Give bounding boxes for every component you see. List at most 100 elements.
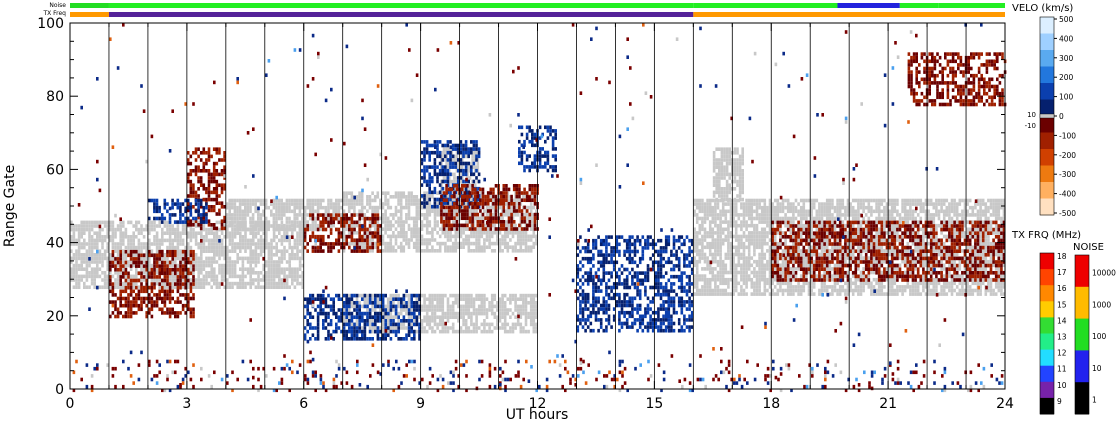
data-cell	[399, 227, 403, 231]
data-cell	[324, 213, 328, 217]
data-cell	[740, 234, 743, 239]
data-cell	[703, 220, 707, 224]
data-cell	[140, 242, 143, 246]
data-cell	[246, 205, 250, 210]
data-cell	[384, 202, 387, 206]
data-cell	[386, 216, 390, 221]
data-cell	[898, 288, 902, 293]
data-cell	[410, 227, 413, 231]
data-cell	[753, 252, 756, 257]
data-cell	[355, 231, 359, 235]
data-cell	[272, 223, 276, 228]
data-cell	[85, 263, 89, 268]
data-cell	[745, 267, 748, 271]
data-cell	[810, 234, 813, 239]
data-cell	[742, 220, 746, 224]
data-cell	[226, 249, 229, 253]
data-cell	[773, 205, 777, 210]
data-cell	[810, 231, 813, 235]
data-cell	[792, 220, 795, 224]
data-cell	[721, 263, 725, 268]
data-cell	[838, 205, 842, 210]
data-cell	[797, 249, 800, 253]
data-cell	[888, 249, 891, 253]
data-cell	[347, 231, 351, 235]
data-cell	[981, 227, 985, 232]
data-cell	[397, 234, 400, 239]
data-cell	[140, 227, 143, 232]
data-cell	[857, 202, 860, 206]
data-cell	[922, 277, 925, 282]
data-cell	[176, 271, 180, 275]
data-cell	[971, 209, 975, 214]
data-cell	[779, 288, 782, 293]
data-cell	[942, 241, 946, 246]
data-cell	[135, 274, 138, 279]
data-cell	[872, 259, 876, 264]
data-cell	[244, 231, 247, 235]
data-cell	[703, 245, 707, 250]
data-cell	[166, 224, 169, 228]
data-cell	[695, 274, 699, 278]
data-cell	[888, 198, 891, 203]
data-cell	[241, 213, 244, 217]
data-cell	[501, 216, 504, 221]
data-cell	[893, 223, 897, 228]
data-cell	[706, 288, 709, 293]
data-cell	[942, 274, 946, 278]
data-cell	[179, 256, 182, 261]
data-cell	[405, 216, 408, 221]
data-cell	[950, 198, 954, 203]
data-cell	[394, 227, 398, 231]
data-cell	[399, 202, 403, 206]
data-cell	[425, 227, 429, 231]
data-cell	[83, 242, 86, 246]
data-cell	[909, 202, 912, 206]
data-cell	[903, 285, 907, 289]
data-cell	[80, 253, 83, 257]
data-cell	[122, 253, 125, 257]
data-cell	[862, 249, 865, 253]
data-cell	[477, 249, 481, 253]
data-cell	[75, 263, 78, 268]
data-cell	[976, 267, 980, 271]
data-cell	[802, 216, 806, 221]
data-cell	[849, 213, 852, 217]
data-cell	[314, 216, 317, 221]
data-cell	[116, 227, 120, 232]
data-cell	[368, 198, 372, 203]
data-cell	[283, 274, 286, 279]
data-cell	[270, 267, 273, 271]
data-cell	[799, 288, 803, 293]
data-cell	[825, 238, 829, 242]
data-cell	[529, 227, 533, 231]
data-cell	[101, 253, 104, 257]
data-cell	[714, 285, 717, 289]
noise-segment	[938, 3, 1005, 8]
data-cell	[851, 249, 855, 253]
data-cell	[298, 198, 302, 203]
data-cell	[760, 277, 764, 282]
data-cell	[407, 241, 411, 246]
data-cell	[451, 249, 455, 253]
data-cell	[797, 213, 800, 217]
data-cell	[711, 267, 715, 271]
data-cell	[896, 238, 899, 242]
data-cell	[529, 249, 533, 253]
data-cell	[862, 267, 865, 271]
data-cell	[93, 271, 96, 275]
data-cell	[815, 216, 819, 221]
data-cell	[799, 252, 803, 257]
data-cell	[158, 260, 161, 264]
data-cell	[246, 245, 250, 250]
data-cell	[779, 205, 782, 210]
data-cell	[428, 202, 432, 206]
data-cell	[703, 231, 707, 235]
data-cell	[527, 205, 530, 210]
data-cell	[449, 231, 452, 235]
data-cell	[285, 205, 289, 210]
data-cell	[708, 220, 712, 224]
data-cell	[111, 231, 115, 235]
data-cell	[428, 223, 432, 228]
data-cell	[88, 238, 91, 243]
